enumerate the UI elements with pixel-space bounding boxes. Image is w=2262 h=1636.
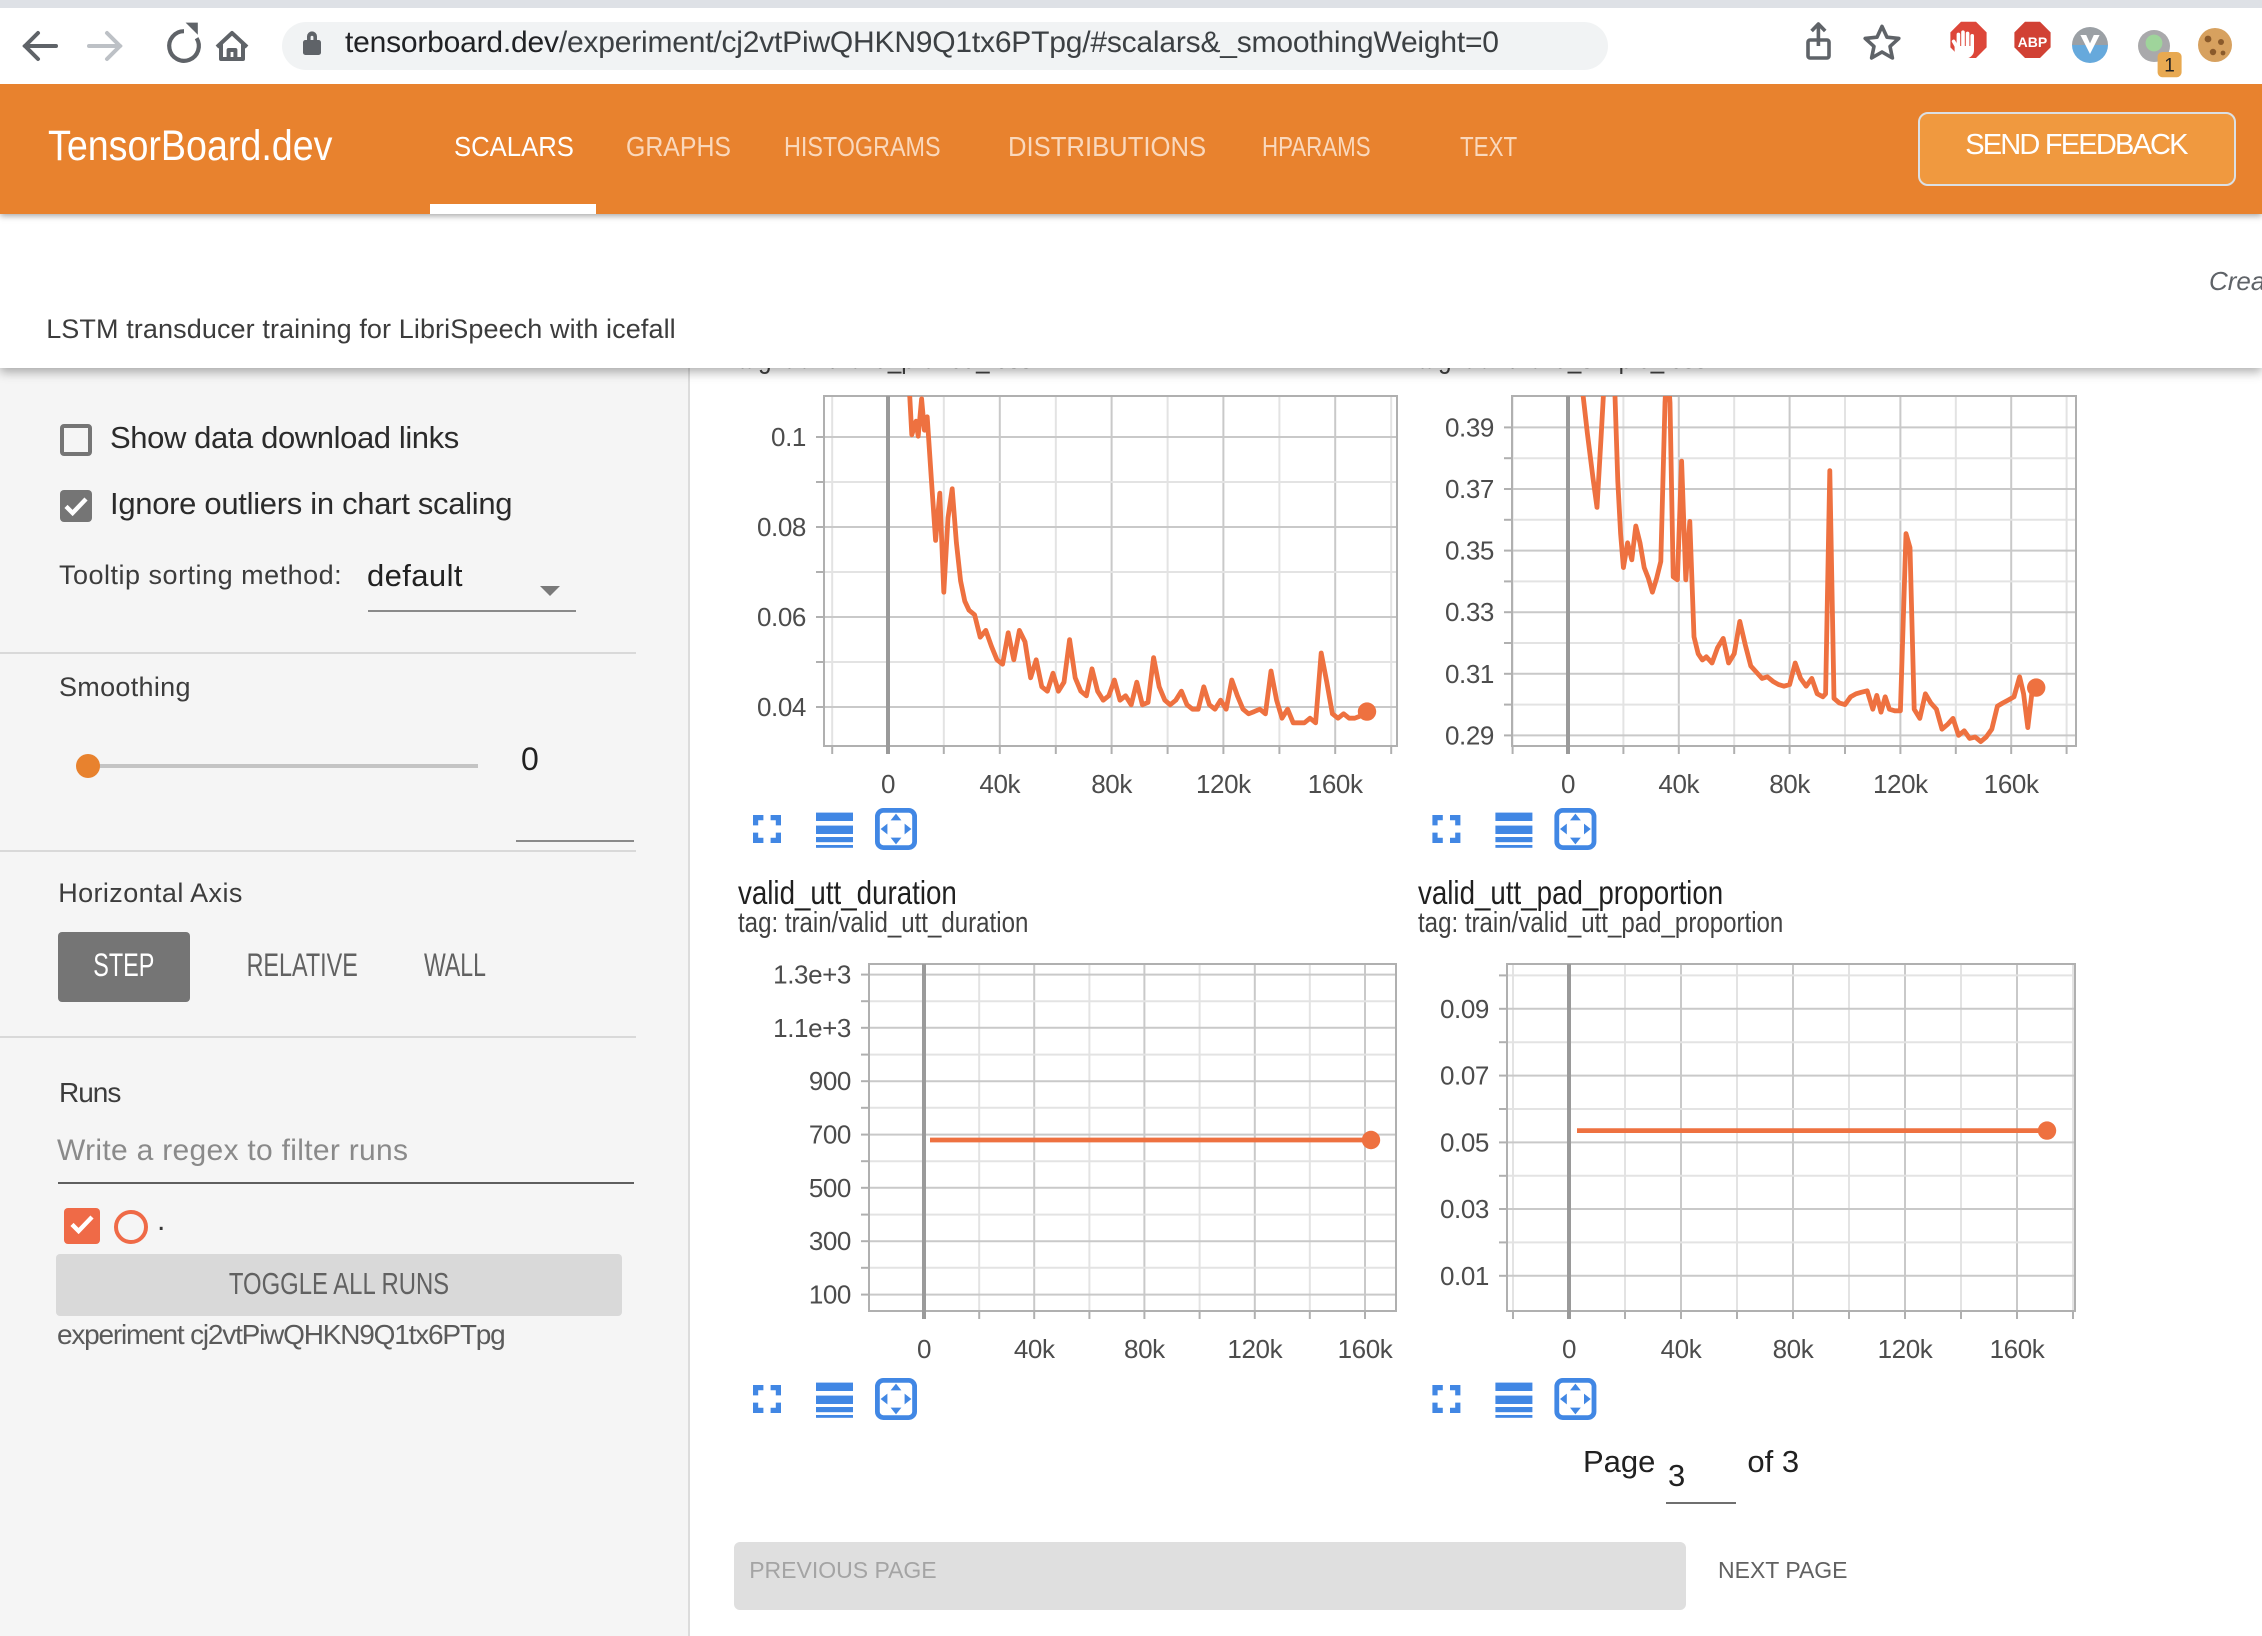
svg-text:40k: 40k xyxy=(979,769,1021,799)
svg-text:80k: 80k xyxy=(1091,769,1133,799)
svg-text:80k: 80k xyxy=(1124,1334,1166,1364)
svg-text:120k: 120k xyxy=(1873,769,1929,799)
svg-text:160k: 160k xyxy=(1338,1334,1394,1364)
svg-text:900: 900 xyxy=(809,1066,851,1096)
svg-text:500: 500 xyxy=(809,1173,851,1203)
svg-text:0: 0 xyxy=(1562,1334,1576,1364)
svg-text:1.1e+3: 1.1e+3 xyxy=(773,1013,851,1043)
svg-text:80k: 80k xyxy=(1769,769,1811,799)
svg-text:0.05: 0.05 xyxy=(1440,1127,1489,1157)
svg-text:40k: 40k xyxy=(1661,1334,1703,1364)
svg-text:1.3e+3: 1.3e+3 xyxy=(773,960,851,990)
svg-text:0.08: 0.08 xyxy=(757,512,806,542)
svg-text:80k: 80k xyxy=(1773,1334,1815,1364)
svg-text:0.07: 0.07 xyxy=(1440,1061,1489,1091)
svg-text:40k: 40k xyxy=(1014,1334,1056,1364)
svg-text:120k: 120k xyxy=(1878,1334,1934,1364)
svg-text:160k: 160k xyxy=(1990,1334,2046,1364)
svg-text:0.33: 0.33 xyxy=(1445,597,1494,627)
svg-text:1: 1 xyxy=(2164,56,2175,77)
svg-text:0.01: 0.01 xyxy=(1440,1261,1489,1291)
svg-text:0: 0 xyxy=(917,1334,931,1364)
svg-text:160k: 160k xyxy=(1308,769,1364,799)
svg-text:0.31: 0.31 xyxy=(1445,659,1494,689)
svg-text:40k: 40k xyxy=(1658,769,1700,799)
svg-text:0.03: 0.03 xyxy=(1440,1194,1489,1224)
svg-text:0.39: 0.39 xyxy=(1445,412,1494,442)
svg-text:120k: 120k xyxy=(1196,769,1252,799)
svg-text:0.37: 0.37 xyxy=(1445,474,1494,504)
svg-text:0.35: 0.35 xyxy=(1445,536,1494,566)
svg-text:0.29: 0.29 xyxy=(1445,720,1494,750)
svg-text:120k: 120k xyxy=(1227,1334,1283,1364)
svg-text:160k: 160k xyxy=(1984,769,2040,799)
svg-text:0: 0 xyxy=(881,769,895,799)
svg-text:300: 300 xyxy=(809,1226,851,1256)
svg-text:0.04: 0.04 xyxy=(757,692,806,722)
svg-text:700: 700 xyxy=(809,1120,851,1150)
svg-text:0.09: 0.09 xyxy=(1440,994,1489,1024)
svg-text:0.06: 0.06 xyxy=(757,602,806,632)
svg-text:100: 100 xyxy=(809,1280,851,1310)
svg-text:ABP: ABP xyxy=(2018,34,2048,50)
svg-text:0: 0 xyxy=(1561,769,1575,799)
svg-text:0.1: 0.1 xyxy=(771,422,806,452)
